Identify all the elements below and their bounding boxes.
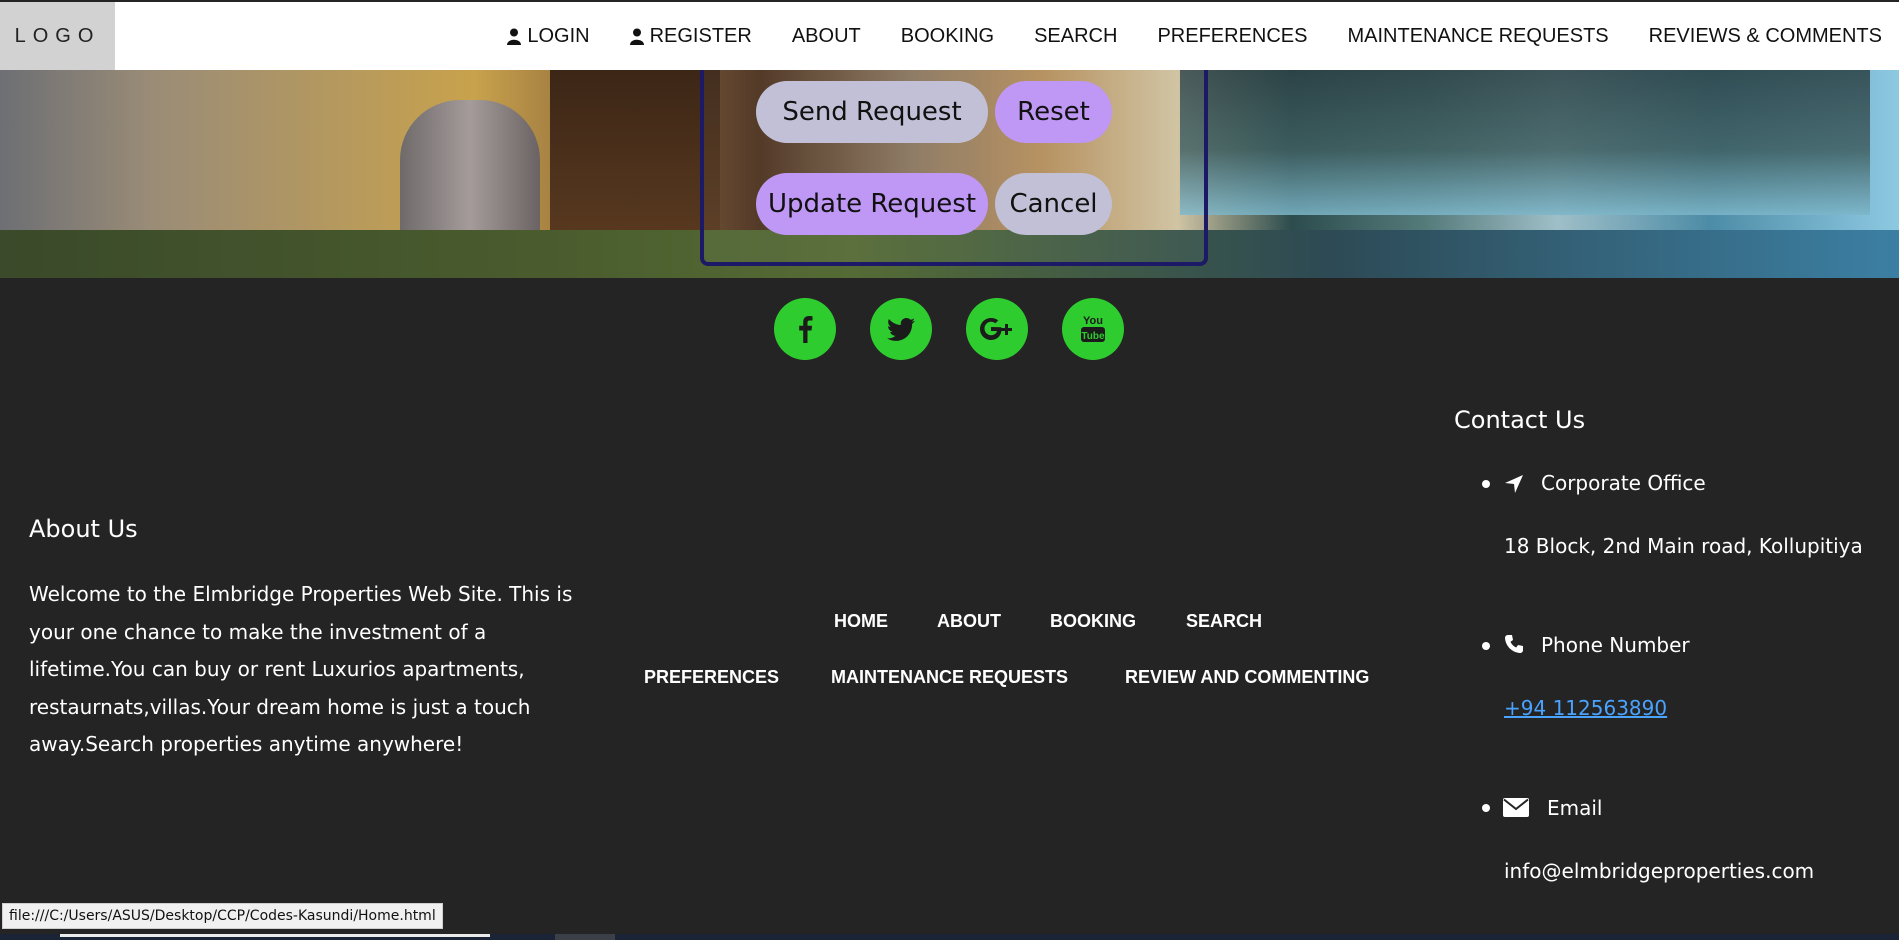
corporate-office-label: Corporate Office bbox=[1541, 471, 1706, 495]
location-arrow-icon bbox=[1505, 475, 1523, 493]
nav-maintenance-requests[interactable]: MAINTENANCE REQUESTS bbox=[1347, 25, 1608, 48]
footer-link-booking[interactable]: BOOKING bbox=[1050, 611, 1136, 632]
user-icon bbox=[629, 28, 644, 45]
twitter-icon bbox=[887, 317, 915, 341]
taskbar-item bbox=[60, 934, 490, 937]
nav-register[interactable]: REGISTER bbox=[629, 24, 752, 48]
site-logo[interactable]: LOGO bbox=[0, 2, 115, 70]
facebook-button[interactable] bbox=[774, 298, 836, 360]
hero-door bbox=[550, 70, 720, 245]
google-plus-icon bbox=[980, 318, 1012, 340]
footer-link-preferences[interactable]: PREFERENCES bbox=[644, 667, 779, 688]
footer-link-home[interactable]: HOME bbox=[834, 611, 888, 632]
nav-reviews-comments[interactable]: REVIEWS & COMMENTS bbox=[1649, 25, 1882, 48]
footer-link-about[interactable]: ABOUT bbox=[937, 611, 1001, 632]
email-label: Email bbox=[1547, 796, 1603, 820]
youtube-logo-text-top: You bbox=[1083, 315, 1103, 327]
browser-status-url: file:///C:/Users/ASUS/Desktop/CCP/Codes-… bbox=[2, 903, 443, 929]
envelope-icon bbox=[1503, 798, 1529, 817]
footer-link-maintenance-requests[interactable]: MAINTENANCE REQUESTS bbox=[831, 667, 1068, 688]
main-nav: LOGIN REGISTER ABOUT BOOKING SEARCH PREF… bbox=[507, 2, 1899, 70]
nav-register-label: REGISTER bbox=[649, 24, 752, 47]
reset-button[interactable]: Reset bbox=[995, 81, 1112, 143]
footer-link-review-and-commenting[interactable]: REVIEW AND COMMENTING bbox=[1125, 667, 1369, 688]
facebook-icon bbox=[799, 316, 813, 343]
phone-icon bbox=[1505, 635, 1523, 653]
nav-login[interactable]: LOGIN bbox=[507, 24, 590, 48]
bullet bbox=[1482, 642, 1490, 650]
bullet bbox=[1482, 480, 1490, 488]
phone-number-link[interactable]: +94 112563890 bbox=[1504, 696, 1667, 720]
nav-booking[interactable]: BOOKING bbox=[901, 25, 994, 48]
youtube-button[interactable]: You Tube bbox=[1062, 298, 1124, 360]
corporate-office-address: 18 Block, 2nd Main road, Kollupitiya bbox=[1504, 534, 1863, 558]
hero-window-wall bbox=[1180, 70, 1870, 215]
about-us-text: Welcome to the Elmbridge Properties Web … bbox=[29, 582, 573, 756]
bullet bbox=[1482, 804, 1490, 812]
footer-link-search[interactable]: SEARCH bbox=[1186, 611, 1262, 632]
top-navbar: LOGO LOGIN REGISTER ABOUT BOOKING SEARCH… bbox=[0, 2, 1899, 70]
youtube-icon: You Tube bbox=[1081, 315, 1105, 342]
send-request-button[interactable]: Send Request bbox=[756, 81, 988, 143]
taskbar-strip bbox=[0, 934, 1899, 940]
nav-login-label: LOGIN bbox=[527, 24, 590, 47]
contact-us-heading: Contact Us bbox=[1454, 406, 1586, 434]
taskbar-item bbox=[555, 934, 615, 940]
cancel-button[interactable]: Cancel bbox=[995, 173, 1112, 235]
phone-number-label: Phone Number bbox=[1541, 633, 1690, 657]
twitter-button[interactable] bbox=[870, 298, 932, 360]
user-icon bbox=[507, 28, 522, 45]
update-request-button[interactable]: Update Request bbox=[756, 173, 988, 235]
nav-search[interactable]: SEARCH bbox=[1034, 25, 1117, 48]
email-address: info@elmbridgeproperties.com bbox=[1504, 859, 1815, 883]
nav-about[interactable]: ABOUT bbox=[792, 25, 861, 48]
nav-preferences[interactable]: PREFERENCES bbox=[1157, 25, 1307, 48]
google-plus-button[interactable] bbox=[966, 298, 1028, 360]
youtube-logo-text-bottom: Tube bbox=[1081, 331, 1105, 342]
hero-background-image: Send Request Reset Update Request Cancel bbox=[0, 70, 1899, 278]
about-us-heading: About Us bbox=[29, 515, 138, 543]
social-links: You Tube bbox=[774, 298, 1124, 360]
